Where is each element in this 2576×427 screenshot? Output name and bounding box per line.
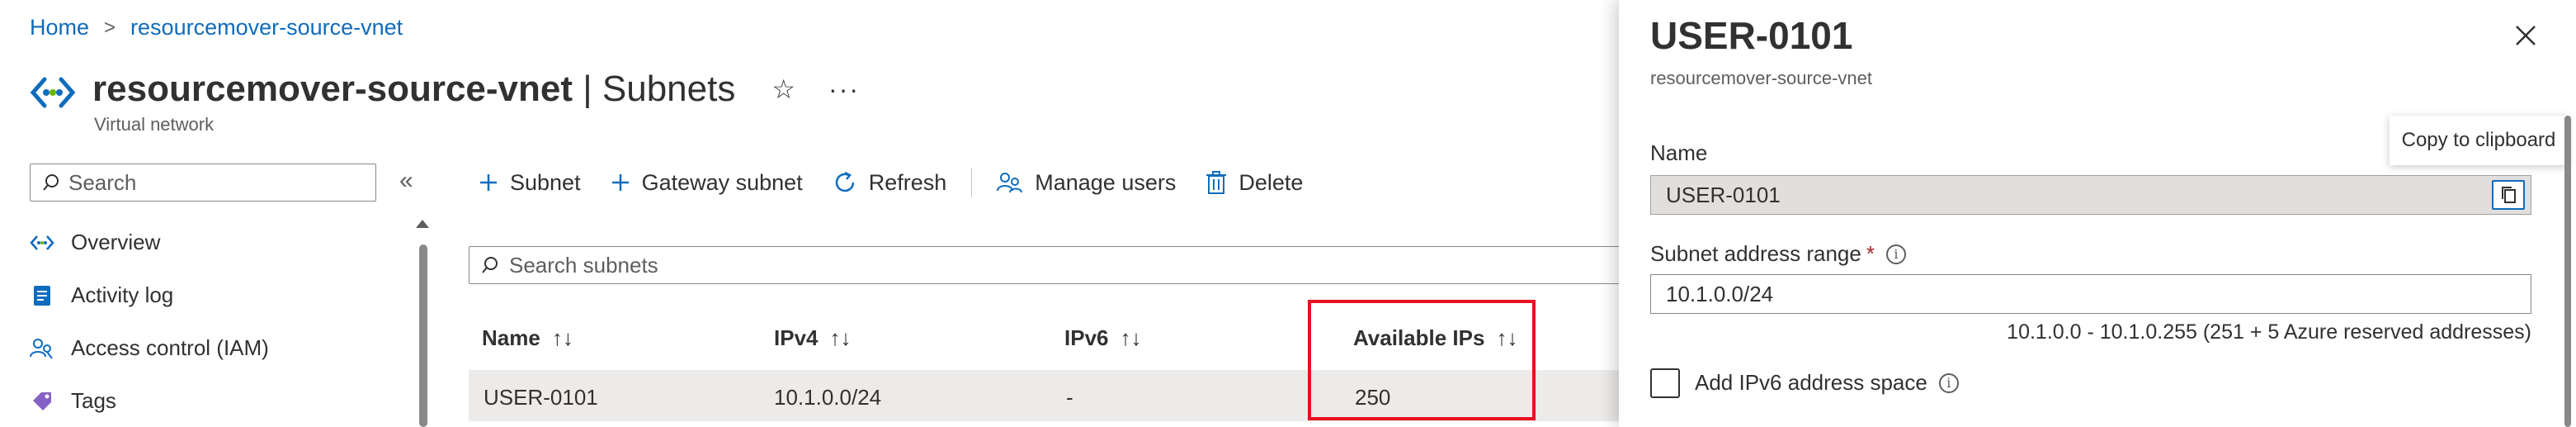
name-field-value: USER-0101 [1666, 182, 1781, 207]
collapse-sidebar-icon[interactable]: « [399, 167, 413, 195]
manage-users-icon [997, 171, 1023, 194]
panel-subtitle: resourcemover-source-vnet [1650, 68, 1872, 88]
copy-to-clipboard-button[interactable] [2492, 180, 2525, 210]
sidebar-search-input[interactable]: Search [30, 164, 376, 202]
range-label-text: Subnet address range [1650, 241, 1861, 266]
add-gateway-subnet-label: Gateway subnet [641, 169, 803, 195]
subnet-name-link[interactable]: USER-0101 [484, 385, 598, 410]
panel-title: USER-0101 [1650, 14, 1853, 57]
sidebar-item-label: Overview [71, 230, 161, 254]
more-options-icon[interactable]: ··· [828, 74, 860, 105]
add-ipv6-label-text: Add IPv6 address space [1695, 370, 1927, 395]
sidebar-scrollbar[interactable] [419, 244, 427, 427]
delete-button[interactable]: Delete [1205, 170, 1303, 196]
available-ips-highlight [1308, 300, 1536, 420]
page-header: resourcemover-source-vnet | Subnets ☆ ··… [30, 63, 860, 116]
copy-tooltip: Copy to clipboard [2390, 116, 2568, 165]
sidebar-item-label: Access control (IAM) [71, 335, 269, 360]
add-gateway-subnet-button[interactable]: Gateway subnet [611, 170, 803, 196]
refresh-icon [833, 170, 857, 195]
refresh-button[interactable]: Refresh [833, 169, 947, 196]
address-range-hint: 10.1.0.0 - 10.1.0.255 (251 + 5 Azure res… [2007, 320, 2531, 344]
column-header-name[interactable]: Name ↑↓ [482, 325, 573, 351]
close-icon[interactable] [2512, 21, 2540, 50]
column-header-ipv4[interactable]: IPv4 ↑↓ [774, 325, 852, 351]
trash-icon [1205, 170, 1227, 195]
sidebar-item-access-control[interactable]: Access control (IAM) [30, 335, 269, 361]
sidebar-scroll-up-arrow[interactable] [416, 220, 429, 228]
breadcrumb: Home > resourcemover-source-vnet [30, 15, 403, 40]
search-icon [43, 174, 59, 191]
page-title-section: | Subnets [573, 69, 736, 109]
virtual-network-icon [30, 77, 76, 108]
toolbar-divider [971, 168, 973, 197]
column-header-ipv6[interactable]: IPv6 ↑↓ [1064, 325, 1142, 351]
sidebar-item-label: Tags [71, 388, 116, 413]
add-ipv6-checkbox[interactable] [1650, 368, 1680, 398]
favorite-star-icon[interactable]: ☆ [771, 74, 795, 105]
manage-users-label: Manage users [1035, 169, 1177, 195]
panel-scrollbar[interactable] [2564, 116, 2571, 427]
cell-ipv6: - [1066, 385, 1073, 410]
address-range-value: 10.1.0.0/24 [1666, 281, 1774, 306]
name-field: USER-0101 [1650, 175, 2531, 215]
delete-label: Delete [1238, 169, 1304, 195]
page-title-resource: resourcemover-source-vnet [92, 69, 573, 109]
subnet-address-range-label: Subnet address range * i [1650, 241, 1906, 267]
page-title: resourcemover-source-vnet | Subnets [92, 69, 735, 110]
sidebar-search-placeholder: Search [68, 169, 137, 195]
command-bar: Subnet Gateway subnet Refresh Manage use… [479, 164, 1333, 202]
sidebar-item-tags[interactable]: Tags [30, 388, 116, 414]
subnet-address-range-input[interactable]: 10.1.0.0/24 [1650, 274, 2531, 314]
name-label-text: Name [1650, 140, 1708, 165]
search-subnets-input[interactable]: Search subnets [469, 246, 1624, 284]
sidebar-item-label: Activity log [71, 282, 174, 307]
manage-users-button[interactable]: Manage users [997, 170, 1176, 196]
column-header-label: Name [482, 325, 540, 350]
page-subtitle: Virtual network [94, 114, 215, 135]
copy-icon [2502, 187, 2516, 203]
sort-icon: ↑↓ [1120, 325, 1142, 350]
search-subnets-placeholder: Search subnets [509, 252, 658, 278]
sidebar-item-overview[interactable]: Overview [30, 230, 160, 255]
plus-icon [479, 173, 498, 192]
iam-icon [30, 336, 54, 361]
cell-ipv4: 10.1.0.0/24 [774, 385, 882, 410]
column-header-label: IPv6 [1064, 325, 1109, 350]
column-header-label: IPv4 [774, 325, 819, 350]
add-subnet-button[interactable]: Subnet [479, 170, 581, 196]
breadcrumb-home-link[interactable]: Home [30, 15, 89, 40]
refresh-label: Refresh [868, 169, 947, 195]
sidebar-item-activity-log[interactable]: Activity log [30, 282, 173, 308]
add-ipv6-label: Add IPv6 address space i [1695, 370, 1959, 396]
info-icon[interactable]: i [1885, 244, 1906, 264]
chevron-right-icon: > [104, 16, 116, 39]
info-icon[interactable]: i [1938, 372, 1959, 393]
tag-icon [30, 389, 54, 414]
activity-log-icon [30, 283, 54, 308]
plus-icon [611, 173, 630, 192]
breadcrumb-current-link[interactable]: resourcemover-source-vnet [130, 15, 403, 40]
add-subnet-label: Subnet [510, 169, 581, 195]
sort-icon: ↑↓ [551, 325, 573, 350]
required-asterisk: * [1866, 241, 1875, 266]
search-icon [482, 257, 498, 273]
overview-icon [30, 230, 54, 255]
name-label: Name [1650, 140, 1707, 166]
sort-icon: ↑↓ [829, 325, 852, 350]
